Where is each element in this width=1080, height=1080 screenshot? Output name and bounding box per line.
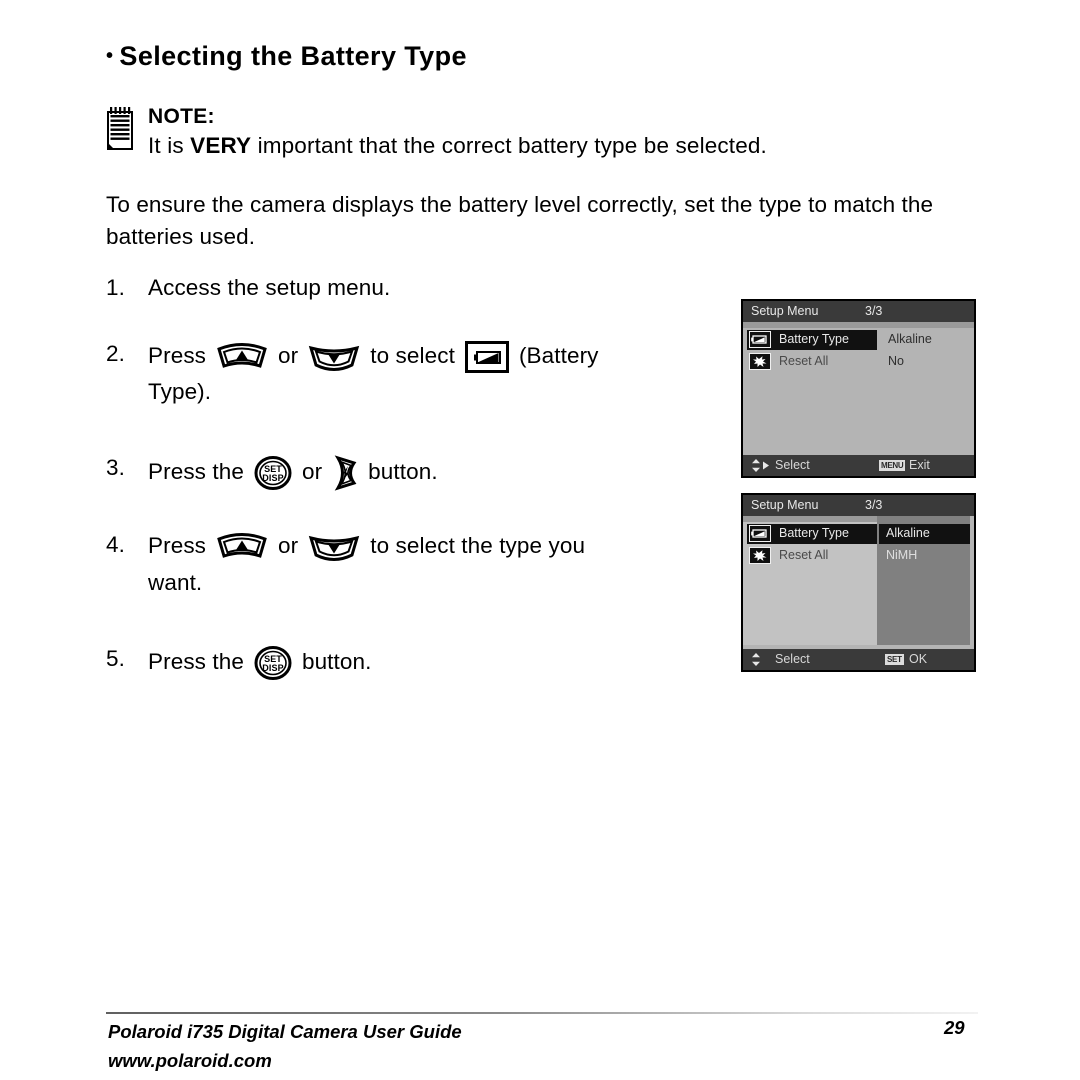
note-text-after: important that the correct battery type … — [251, 133, 767, 158]
intro-paragraph: To ensure the camera displays the batter… — [106, 192, 934, 249]
step-4-text: Press or to select the type you — [148, 532, 585, 562]
lcd1-footer-select-label: Select — [775, 458, 810, 472]
step-3-frag-c: button. — [368, 458, 438, 484]
step-5-number: 5. — [106, 646, 125, 671]
flash-right-button-icon — [334, 455, 357, 491]
setup-menu-screen-2: Setup Menu 3/3 Battery Type Reset All Al… — [741, 493, 976, 672]
lcd1-row-reset-all-label: Reset All — [779, 354, 829, 368]
footer-divider — [106, 1012, 978, 1014]
lcd2-row-reset-all[interactable]: Reset All — [743, 546, 877, 566]
note-text: It is VERY important that the correct ba… — [148, 133, 767, 159]
manual-page: • Selecting the Battery Type NOTE: It is… — [0, 0, 1080, 1080]
lcd2-footer-select-label: Select — [775, 652, 810, 666]
lcd2-page-indicator: 3/3 — [865, 498, 883, 512]
lcd2-body: Battery Type Reset All Alkaline NiMH — [743, 516, 974, 645]
step-2-text: Press or to select (Battery — [148, 341, 599, 373]
step-4-frag-c: to select the type you — [370, 532, 586, 558]
footer-website: www.polaroid.com — [108, 1050, 272, 1071]
lcd1-body: Battery Type Reset All Alkaline No — [743, 322, 974, 451]
up-arrow-button-icon — [217, 343, 267, 368]
step-5-frag-a: Press the — [148, 648, 244, 674]
down-arrow-button-icon — [309, 345, 360, 371]
lcd2-footer-ok-label: OK — [909, 652, 928, 666]
step-3-text: Press the SET DISP or button. — [148, 455, 438, 491]
reset-icon — [749, 547, 771, 564]
set-disp-button-icon: SETDISP — [254, 456, 292, 490]
lcd1-row-battery-type[interactable]: Battery Type — [743, 330, 877, 350]
down-arrow-button-icon — [309, 535, 360, 561]
battery-icon — [749, 331, 771, 348]
step-5-frag-b: button. — [301, 648, 372, 674]
lcd1-value-battery-type: Alkaline — [888, 332, 932, 346]
lcd2-row-reset-all-label: Reset All — [779, 548, 829, 562]
step-4-number: 4. — [106, 532, 125, 557]
up-arrow-button-icon — [217, 533, 267, 558]
lcd2-title-text: Setup Menu — [751, 498, 819, 512]
step-4-text-line2: want. — [148, 570, 203, 595]
footer-guide-title: Polaroid i735 Digital Camera User Guide — [108, 1021, 462, 1042]
step-4-frag-a: Press — [148, 532, 207, 558]
set-disp-button-icon: SETDISP — [254, 646, 292, 680]
step-2-frag-b: or — [278, 342, 299, 368]
page-number: 29 — [944, 1017, 965, 1038]
lcd2-row-battery-type-label: Battery Type — [779, 526, 849, 540]
updown-arrows-icon — [752, 653, 760, 666]
step-1-number: 1. — [106, 275, 125, 300]
step-3-frag-b: or — [301, 458, 323, 484]
reset-icon — [749, 353, 771, 370]
step-5-text: Press the SET DISP button. — [148, 646, 371, 680]
note-text-before: It is — [148, 133, 191, 158]
step-3-number: 3. — [106, 455, 125, 480]
lcd2-option-nimh[interactable]: NiMH — [886, 548, 917, 562]
bullet-glyph: • — [106, 45, 114, 67]
lcd2-top-gap — [743, 516, 877, 522]
lcd1-titlebar: Setup Menu 3/3 — [743, 301, 974, 322]
page-title: • Selecting the Battery Type — [106, 41, 467, 72]
lcd1-top-gap — [743, 322, 974, 328]
note-emphasis: VERY — [190, 133, 252, 158]
setup-menu-screen-1: Setup Menu 3/3 Battery Type Reset All Al… — [741, 299, 976, 478]
svg-text:DISP: DISP — [262, 473, 283, 483]
footer-text: Polaroid i735 Digital Camera User Guide … — [108, 1017, 462, 1075]
battery-type-icon — [464, 341, 509, 373]
updown-right-arrows-icon — [752, 459, 769, 472]
lcd1-footer: Select MENU Exit — [743, 455, 974, 476]
lcd2-option-alkaline[interactable]: Alkaline — [886, 526, 930, 540]
battery-icon — [749, 525, 771, 542]
svg-text:DISP: DISP — [262, 663, 283, 673]
page-title-text: Selecting the Battery Type — [119, 41, 467, 71]
step-3-frag-a: Press the — [148, 458, 244, 484]
lcd2-titlebar: Setup Menu 3/3 — [743, 495, 974, 516]
step-2-number: 2. — [106, 341, 125, 366]
step-4-frag-b: or — [278, 532, 299, 558]
lcd1-page-indicator: 3/3 — [865, 304, 883, 318]
lcd2-row-battery-type[interactable]: Battery Type — [743, 524, 877, 544]
step-2-frag-c: to select — [370, 342, 455, 368]
step-1-text: Access the setup menu. — [148, 275, 391, 300]
step-2-frag-d: (Battery — [518, 342, 599, 368]
lcd1-menu-badge: MENU — [879, 460, 906, 471]
lcd1-footer-exit-label: Exit — [909, 458, 930, 472]
lcd2-set-badge: SET — [885, 654, 904, 665]
lcd1-value-reset-all: No — [888, 354, 904, 368]
notepad-icon — [107, 107, 133, 150]
lcd2-footer: Select SET OK — [743, 649, 974, 670]
lcd1-row-battery-type-label: Battery Type — [779, 332, 849, 346]
lcd1-row-reset-all[interactable]: Reset All — [743, 352, 877, 372]
note-title: NOTE: — [148, 105, 215, 128]
lcd1-title-text: Setup Menu — [751, 304, 819, 318]
step-2-frag-a: Press — [148, 342, 207, 368]
step-2-text-line2: Type). — [148, 379, 212, 404]
